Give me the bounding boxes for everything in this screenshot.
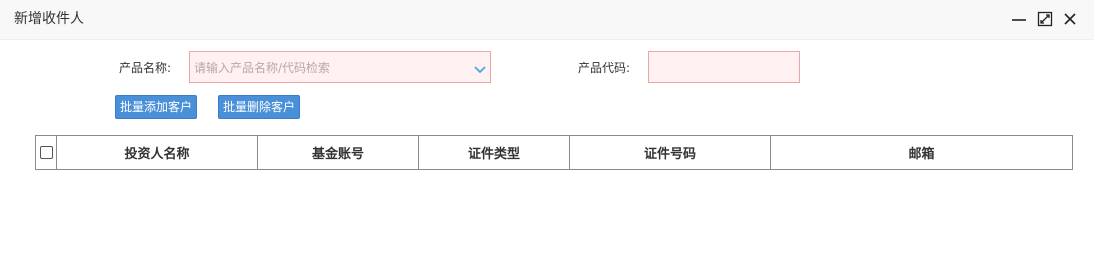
product-name-label: 产品名称:: [119, 61, 172, 75]
column-header-fund-account[interactable]: 基金账号: [257, 135, 419, 170]
product-name-placeholder: 请输入产品名称/代码检索: [194, 61, 331, 75]
column-header-id-type[interactable]: 证件类型: [418, 135, 570, 170]
product-name-select[interactable]: 请输入产品名称/代码检索: [189, 51, 491, 83]
close-icon[interactable]: [1062, 11, 1078, 27]
select-all-checkbox[interactable]: [39, 146, 53, 159]
dialog-titlebar: 新增收件人: [0, 0, 1094, 40]
maximize-icon[interactable]: [1037, 11, 1053, 27]
column-header-email[interactable]: 邮箱: [770, 135, 1073, 170]
dialog-title: 新增收件人: [14, 11, 84, 27]
minimize-icon[interactable]: [1011, 11, 1027, 27]
column-header-investor-name[interactable]: 投资人名称: [56, 135, 258, 170]
column-header-id-number[interactable]: 证件号码: [569, 135, 771, 170]
select-all-cell: [35, 135, 57, 170]
recipients-table: 投资人名称 基金账号 证件类型 证件号码 邮箱: [35, 135, 1073, 170]
product-code-input[interactable]: [648, 51, 800, 83]
product-code-label: 产品代码:: [578, 61, 631, 75]
bulk-add-customers-button[interactable]: 批量添加客户: [115, 95, 197, 119]
chevron-down-icon[interactable]: [473, 61, 487, 75]
table-header-row: 投资人名称 基金账号 证件类型 证件号码 邮箱: [35, 135, 1073, 170]
bulk-delete-customers-button[interactable]: 批量删除客户: [218, 95, 300, 119]
